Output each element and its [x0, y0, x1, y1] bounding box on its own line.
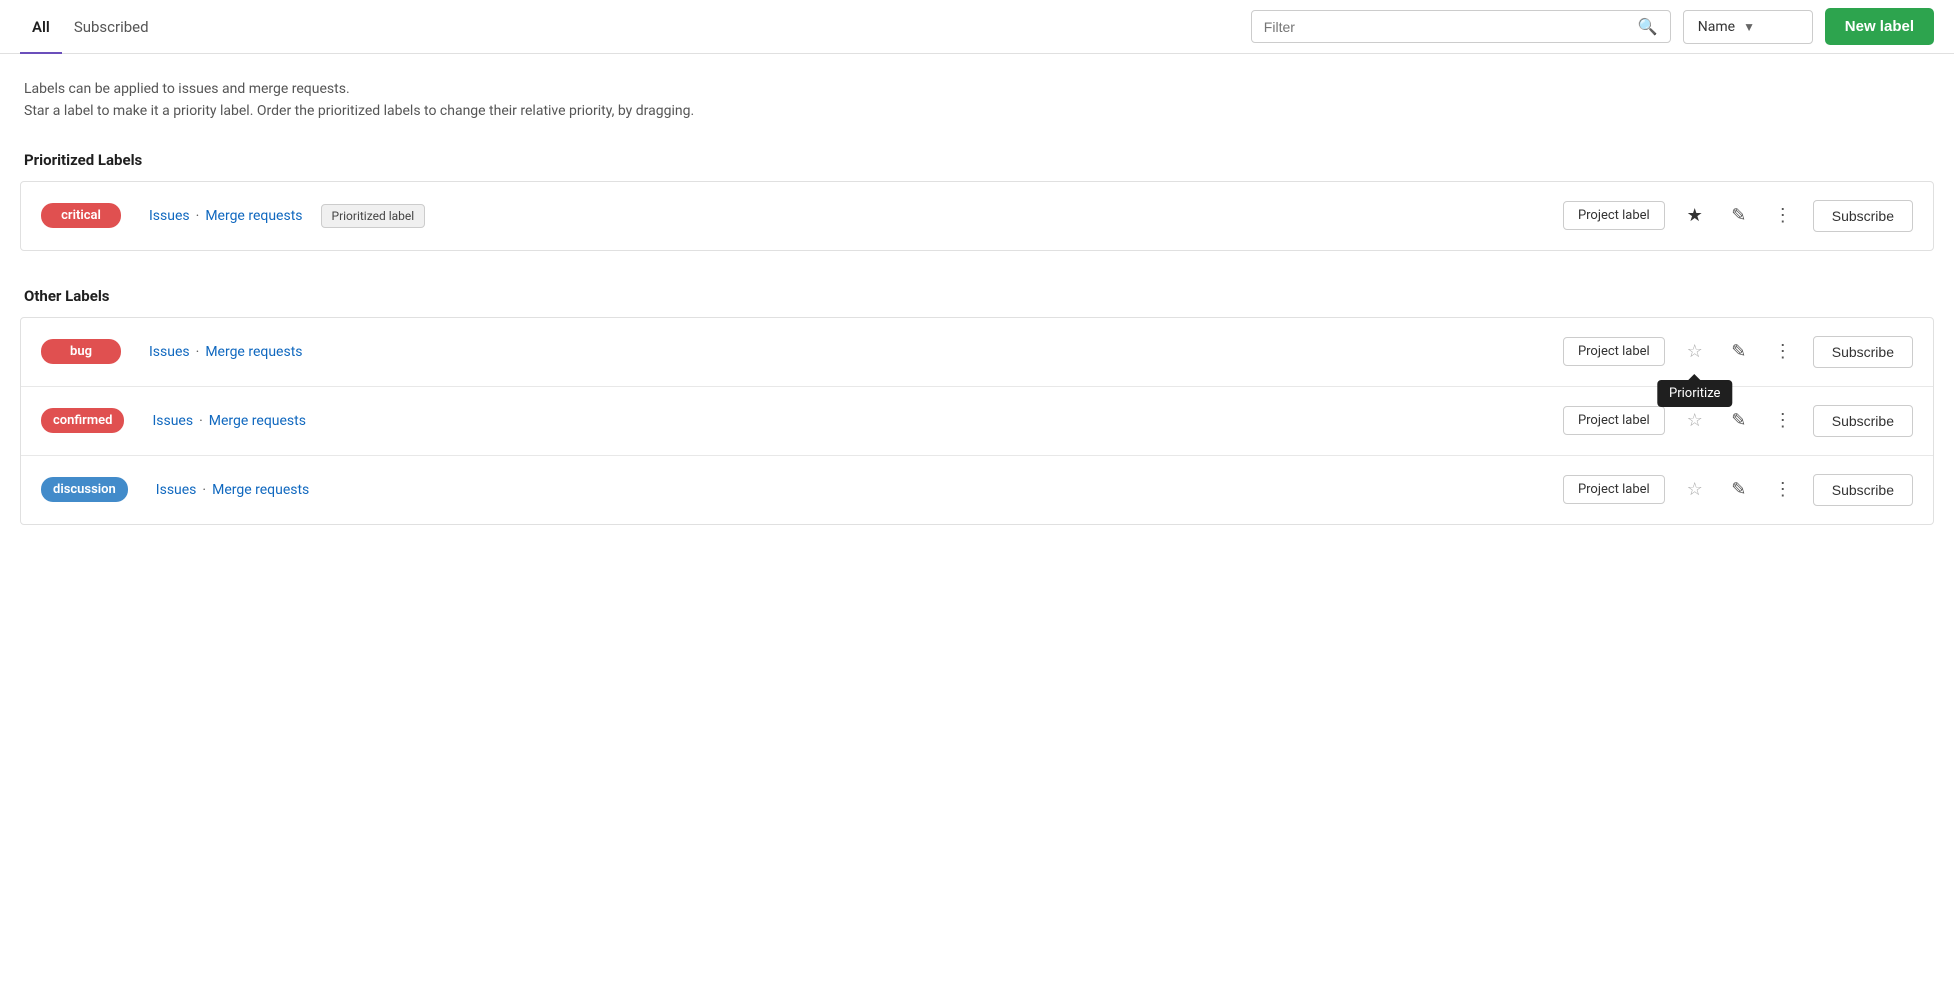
merge-requests-link-critical[interactable]: Merge requests — [205, 208, 302, 224]
label-actions-confirmed: Project label ☆ ✎ ⋮ Subscribe — [1563, 405, 1913, 437]
other-labels-list: bug Issues · Merge requests Project labe… — [20, 317, 1934, 525]
sort-label: Name — [1698, 19, 1735, 35]
star-icon-critical[interactable]: ★ — [1681, 202, 1709, 230]
dot-separator: · — [196, 208, 200, 224]
prioritized-tag-critical: Prioritized label — [321, 204, 426, 228]
issues-link-critical[interactable]: Issues — [149, 208, 190, 224]
dot-separator-discussion: · — [202, 482, 206, 498]
star-icon-confirmed[interactable]: ☆ — [1681, 407, 1709, 435]
dot-separator-bug: · — [196, 344, 200, 360]
label-links-bug: Issues · Merge requests — [149, 344, 303, 360]
tab-bar: All Subscribed 🔍 Name ▼ New label — [0, 0, 1954, 54]
info-section: Labels can be applied to issues and merg… — [0, 54, 1954, 131]
issues-link-bug[interactable]: Issues — [149, 344, 190, 360]
project-label-badge-bug: Project label — [1563, 337, 1665, 366]
merge-requests-link-bug[interactable]: Merge requests — [205, 344, 302, 360]
project-label-badge-critical: Project label — [1563, 201, 1665, 230]
filter-area: 🔍 Name ▼ New label — [1251, 8, 1934, 45]
edit-icon-bug[interactable]: ✎ — [1725, 338, 1753, 366]
label-badge-bug: bug — [41, 339, 121, 364]
merge-requests-link-discussion[interactable]: Merge requests — [212, 482, 309, 498]
issues-link-discussion[interactable]: Issues — [156, 482, 197, 498]
subscribe-button-discussion[interactable]: Subscribe — [1813, 474, 1913, 506]
dot-separator-confirmed: · — [199, 413, 203, 429]
subscribe-button-bug[interactable]: Subscribe — [1813, 336, 1913, 368]
label-links-discussion: Issues · Merge requests — [156, 482, 310, 498]
subscribe-button-critical[interactable]: Subscribe — [1813, 200, 1913, 232]
project-label-badge-confirmed: Project label — [1563, 406, 1665, 435]
label-links-confirmed: Issues · Merge requests — [152, 413, 306, 429]
more-icon-confirmed[interactable]: ⋮ — [1769, 407, 1797, 435]
label-actions-bug: Project label ☆ Prioritize ✎ ⋮ Subscribe — [1563, 336, 1913, 368]
more-icon-critical[interactable]: ⋮ — [1769, 202, 1797, 230]
merge-requests-link-confirmed[interactable]: Merge requests — [209, 413, 306, 429]
edit-icon-critical[interactable]: ✎ — [1725, 202, 1753, 230]
tab-all[interactable]: All — [20, 0, 62, 54]
label-badge-discussion: discussion — [41, 477, 128, 502]
page-wrapper: All Subscribed 🔍 Name ▼ New label Labels… — [0, 0, 1954, 1000]
info-line2: Star a label to make it a priority label… — [24, 100, 1930, 122]
label-actions-discussion: Project label ☆ ✎ ⋮ Subscribe — [1563, 474, 1913, 506]
label-row: critical Issues · Merge requests Priorit… — [21, 182, 1933, 250]
subscribe-button-confirmed[interactable]: Subscribe — [1813, 405, 1913, 437]
label-links-critical: Issues · Merge requests — [149, 208, 303, 224]
filter-input-wrapper: 🔍 — [1251, 10, 1671, 43]
info-line1: Labels can be applied to issues and merg… — [24, 78, 1930, 100]
label-row-bug: bug Issues · Merge requests Project labe… — [21, 318, 1933, 387]
label-row-discussion: discussion Issues · Merge requests Proje… — [21, 456, 1933, 524]
star-icon-bug[interactable]: ☆ — [1681, 338, 1709, 366]
label-badge-critical: critical — [41, 203, 121, 228]
new-label-button[interactable]: New label — [1825, 8, 1934, 45]
more-icon-discussion[interactable]: ⋮ — [1769, 476, 1797, 504]
label-actions-critical: Project label ★ ✎ ⋮ Subscribe — [1563, 200, 1913, 232]
label-badge-confirmed: confirmed — [41, 408, 124, 433]
prioritized-labels-list: critical Issues · Merge requests Priorit… — [20, 181, 1934, 251]
star-tooltip-wrapper-bug: ☆ Prioritize — [1681, 338, 1709, 366]
search-icon: 🔍 — [1638, 17, 1658, 36]
sort-dropdown[interactable]: Name ▼ — [1683, 10, 1813, 44]
other-section-title: Other Labels — [0, 267, 1954, 305]
project-label-badge-discussion: Project label — [1563, 475, 1665, 504]
edit-icon-discussion[interactable]: ✎ — [1725, 476, 1753, 504]
chevron-down-icon: ▼ — [1743, 20, 1755, 34]
more-icon-bug[interactable]: ⋮ — [1769, 338, 1797, 366]
filter-input[interactable] — [1264, 19, 1632, 35]
prioritized-section-title: Prioritized Labels — [0, 131, 1954, 169]
star-icon-discussion[interactable]: ☆ — [1681, 476, 1709, 504]
label-row-confirmed: confirmed Issues · Merge requests Projec… — [21, 387, 1933, 456]
tab-subscribed[interactable]: Subscribed — [62, 0, 161, 54]
issues-link-confirmed[interactable]: Issues — [152, 413, 193, 429]
edit-icon-confirmed[interactable]: ✎ — [1725, 407, 1753, 435]
